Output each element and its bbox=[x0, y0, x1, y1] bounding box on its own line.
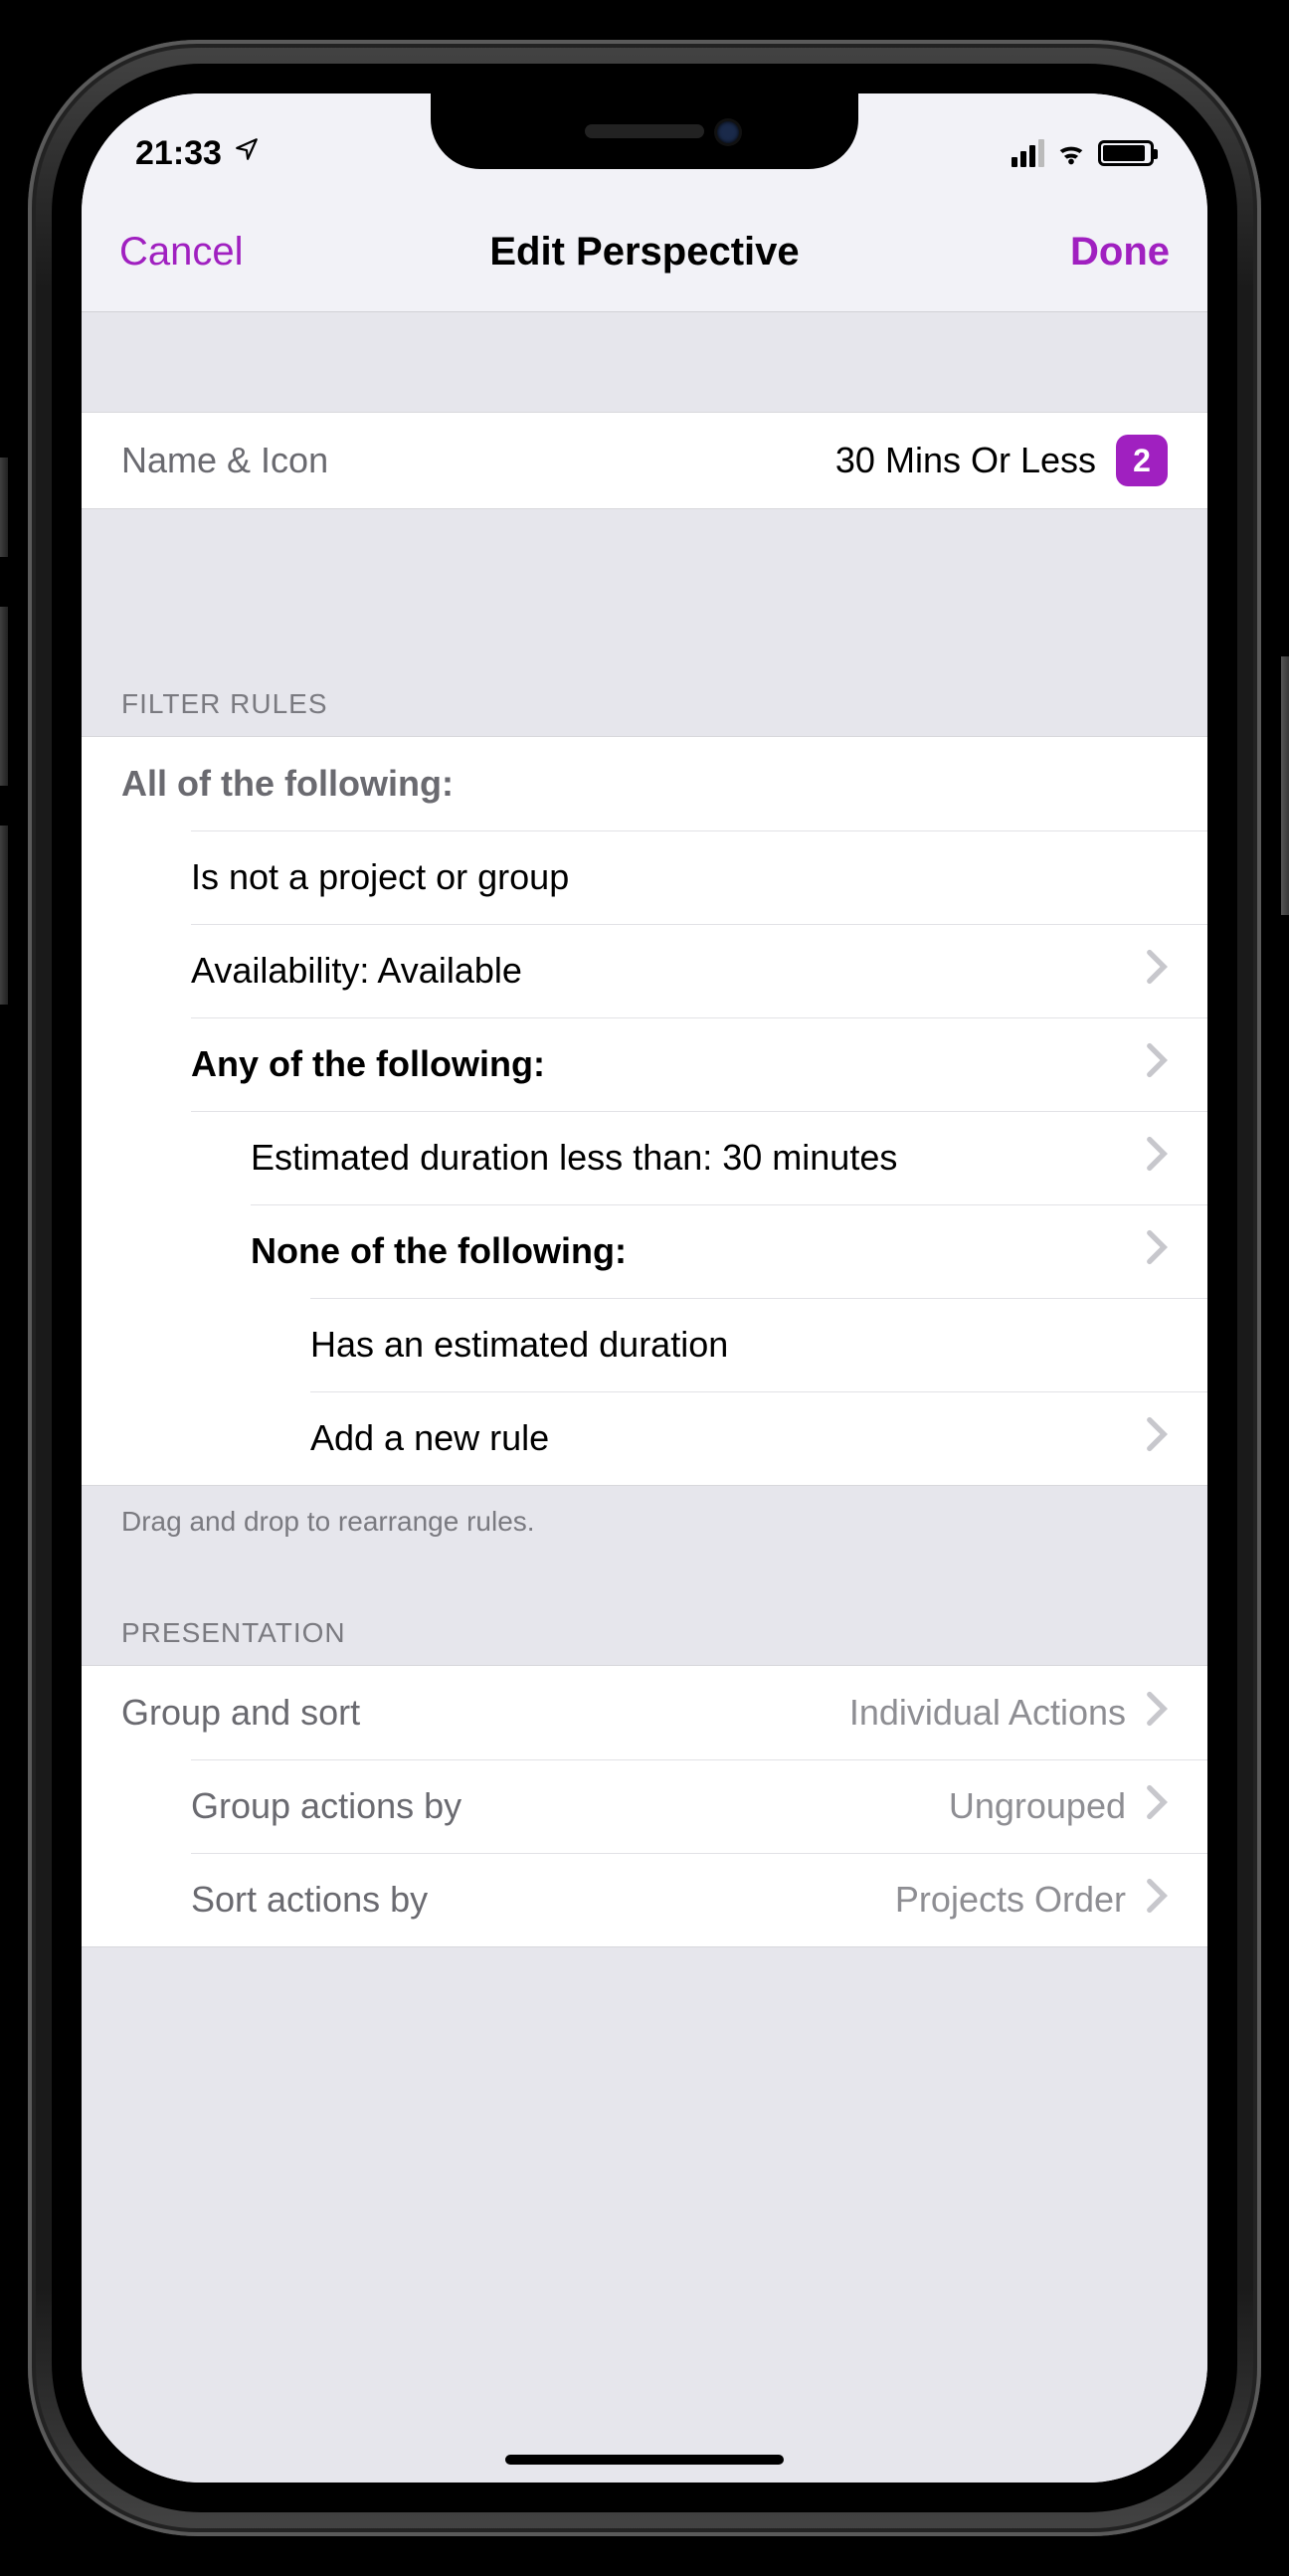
filter-rules-header: FILTER RULES bbox=[82, 668, 1207, 736]
chevron-right-icon bbox=[1146, 949, 1168, 994]
nav-bar: Cancel Edit Perspective Done bbox=[82, 193, 1207, 312]
filter-rules-footer: Drag and drop to rearrange rules. bbox=[82, 1486, 1207, 1567]
filter-rule-label: None of the following: bbox=[251, 1230, 1146, 1272]
filter-rule-duration-lt[interactable]: Estimated duration less than: 30 minutes bbox=[82, 1111, 1207, 1204]
nav-title: Edit Perspective bbox=[82, 230, 1207, 275]
chevron-right-icon bbox=[1146, 1691, 1168, 1736]
screen: 21:33 Cancel bbox=[82, 93, 1207, 2483]
content[interactable]: Name & Icon 30 Mins Or Less 2 FILTER RUL… bbox=[82, 312, 1207, 2483]
perspective-name: 30 Mins Or Less bbox=[835, 440, 1096, 481]
wifi-icon bbox=[1054, 136, 1088, 170]
chevron-right-icon bbox=[1146, 1784, 1168, 1829]
perspective-icon-badge: 2 bbox=[1116, 435, 1168, 486]
phone-mockup: 21:33 Cancel bbox=[0, 0, 1289, 2576]
filter-root-label: All of the following: bbox=[121, 763, 1168, 805]
filter-rule-any[interactable]: Any of the following: bbox=[82, 1017, 1207, 1111]
filter-rule-label: Any of the following: bbox=[191, 1043, 1146, 1085]
filter-rule-label: Availability: Available bbox=[191, 950, 1146, 992]
home-indicator[interactable] bbox=[505, 2455, 784, 2465]
earpiece bbox=[585, 124, 704, 138]
row-label: Group and sort bbox=[121, 1692, 849, 1734]
notch bbox=[431, 93, 858, 169]
name-icon-row[interactable]: Name & Icon 30 Mins Or Less 2 bbox=[82, 413, 1207, 508]
volume-down-button bbox=[0, 826, 8, 1005]
filter-rule-not-project[interactable]: Is not a project or group bbox=[82, 830, 1207, 924]
filter-rule-has-duration[interactable]: Has an estimated duration bbox=[82, 1298, 1207, 1391]
status-time: 21:33 bbox=[135, 134, 222, 173]
done-button[interactable]: Done bbox=[1070, 230, 1170, 275]
power-button bbox=[1281, 656, 1289, 915]
chevron-right-icon bbox=[1146, 1042, 1168, 1087]
filter-root-rule[interactable]: All of the following: bbox=[82, 737, 1207, 830]
chevron-right-icon bbox=[1146, 1878, 1168, 1923]
front-camera bbox=[717, 121, 739, 143]
row-value: Projects Order bbox=[895, 1879, 1126, 1921]
chevron-right-icon bbox=[1146, 1136, 1168, 1181]
name-icon-label: Name & Icon bbox=[121, 440, 835, 481]
group-and-sort-row[interactable]: Group and sort Individual Actions bbox=[82, 1666, 1207, 1759]
cancel-button[interactable]: Cancel bbox=[119, 230, 244, 275]
group-actions-by-row[interactable]: Group actions by Ungrouped bbox=[82, 1759, 1207, 1853]
add-rule-label: Add a new rule bbox=[310, 1417, 1146, 1459]
row-value: Individual Actions bbox=[849, 1692, 1126, 1734]
row-label: Sort actions by bbox=[191, 1879, 895, 1921]
location-icon bbox=[234, 136, 260, 170]
cellular-icon bbox=[1012, 139, 1044, 167]
filter-rule-availability[interactable]: Availability: Available bbox=[82, 924, 1207, 1017]
phone-frame: 21:33 Cancel bbox=[28, 40, 1261, 2536]
sort-actions-by-row[interactable]: Sort actions by Projects Order bbox=[82, 1853, 1207, 1946]
row-label: Group actions by bbox=[191, 1785, 949, 1827]
filter-rule-label: Has an estimated duration bbox=[310, 1324, 1168, 1366]
chevron-right-icon bbox=[1146, 1416, 1168, 1461]
presentation-header: PRESENTATION bbox=[82, 1567, 1207, 1665]
mute-switch bbox=[0, 458, 8, 557]
volume-up-button bbox=[0, 607, 8, 786]
filter-rule-label: Estimated duration less than: 30 minutes bbox=[251, 1137, 939, 1179]
filter-rule-label: Is not a project or group bbox=[191, 856, 1168, 898]
row-value: Ungrouped bbox=[949, 1785, 1126, 1827]
battery-icon bbox=[1098, 140, 1154, 166]
add-rule-row[interactable]: Add a new rule bbox=[82, 1391, 1207, 1485]
chevron-right-icon bbox=[1146, 1229, 1168, 1274]
filter-rule-none[interactable]: None of the following: bbox=[82, 1204, 1207, 1298]
